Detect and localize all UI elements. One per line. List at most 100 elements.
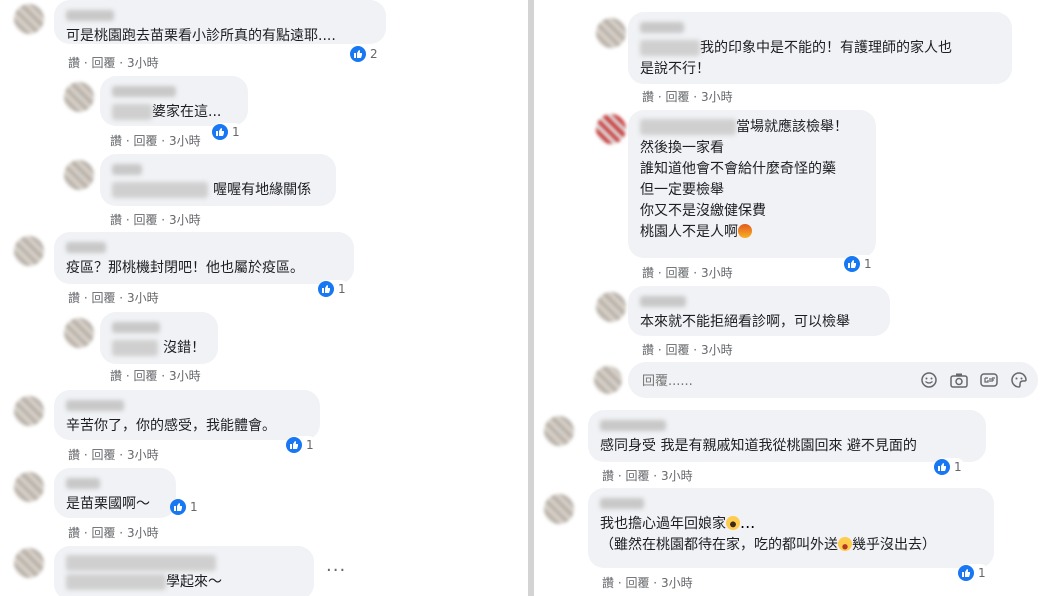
like-button[interactable]: 讚: [110, 134, 122, 148]
blurred-name[interactable]: [600, 420, 666, 431]
comment-bubble: 辛苦你了，你的感受，我能體會。: [54, 390, 320, 440]
like-button[interactable]: 讚: [602, 576, 614, 590]
reply-button[interactable]: 回覆: [133, 134, 157, 148]
avatar[interactable]: [14, 236, 44, 266]
reply-button[interactable]: 回覆: [133, 369, 157, 383]
comment-text-line: 幾乎沒出去）: [852, 537, 936, 553]
like-button[interactable]: 讚: [642, 266, 654, 280]
blurred-name[interactable]: [640, 296, 686, 307]
camera-icon[interactable]: [950, 371, 968, 389]
comment-actions: 讚 · 回覆 · 3小時: [602, 576, 693, 590]
reply-button[interactable]: 回覆: [665, 90, 689, 104]
comment-bubble: 學起來～: [54, 546, 314, 596]
comment-actions: 讚 · 回覆 · 3小時: [68, 56, 159, 70]
reply-button[interactable]: 回覆: [91, 448, 115, 462]
timestamp[interactable]: 3小時: [127, 526, 159, 540]
reply-button[interactable]: 回覆: [133, 213, 157, 227]
scream-emoji-icon: [726, 516, 740, 530]
reply-input[interactable]: [640, 370, 894, 392]
reaction-count[interactable]: 1: [170, 498, 201, 516]
reply-button[interactable]: 回覆: [91, 56, 115, 70]
like-button[interactable]: 讚: [602, 469, 614, 483]
timestamp[interactable]: 3小時: [701, 266, 733, 280]
avatar[interactable]: [544, 416, 574, 446]
like-button[interactable]: 讚: [110, 369, 122, 383]
gif-icon[interactable]: [980, 371, 998, 389]
reply-button[interactable]: 回覆: [625, 469, 649, 483]
like-button[interactable]: 讚: [68, 448, 80, 462]
angry-emoji-icon: [738, 224, 752, 238]
timestamp[interactable]: 3小時: [127, 56, 159, 70]
like-icon: [170, 499, 186, 515]
comment-text: 疫區？那桃機封閉吧！他也屬於疫區。: [66, 260, 304, 276]
avatar[interactable]: [544, 494, 574, 524]
avatar[interactable]: [14, 548, 44, 578]
left-comments-panel: 可是桃園跑去苗栗看小診所真的有點遠耶.... 2 讚 · 回覆 · 3小時 婆家…: [0, 0, 528, 596]
avatar[interactable]: [14, 396, 44, 426]
comment-text: 是苗栗國啊～: [66, 496, 150, 512]
avatar[interactable]: [596, 18, 626, 48]
timestamp[interactable]: 3小時: [701, 90, 733, 104]
comment-actions: 讚 · 回覆 · 3小時: [68, 448, 159, 462]
reply-button[interactable]: 回覆: [91, 526, 115, 540]
comment-actions: 讚 · 回覆 · 3小時: [642, 343, 733, 357]
timestamp[interactable]: 3小時: [169, 369, 201, 383]
reaction-count[interactable]: 1: [286, 436, 317, 454]
reaction-count[interactable]: 2: [350, 45, 381, 63]
like-icon: [212, 124, 228, 140]
blurred-name[interactable]: [112, 164, 142, 175]
sticker-icon[interactable]: [1010, 371, 1028, 389]
avatar[interactable]: [596, 114, 626, 144]
reaction-count[interactable]: 1: [934, 458, 965, 476]
avatar[interactable]: [14, 472, 44, 502]
avatar[interactable]: [596, 292, 626, 322]
timestamp[interactable]: 3小時: [127, 448, 159, 462]
like-button[interactable]: 讚: [642, 90, 654, 104]
comment-text-line: 桃園人不是人啊: [640, 224, 738, 240]
avatar[interactable]: [64, 82, 94, 112]
avatar[interactable]: [64, 160, 94, 190]
comment-text-line: 我的印象中是不能的！有護理師的家人也: [700, 40, 952, 56]
timestamp[interactable]: 3小時: [701, 343, 733, 357]
blurred-name[interactable]: [640, 22, 684, 33]
like-button[interactable]: 讚: [68, 56, 80, 70]
timestamp[interactable]: 3小時: [127, 291, 159, 305]
timestamp[interactable]: 3小時: [169, 134, 201, 148]
emoji-icon[interactable]: [920, 371, 938, 389]
comment-actions: 讚 · 回覆 · 3小時: [642, 266, 733, 280]
reaction-count[interactable]: 1: [318, 280, 349, 298]
like-icon: [286, 437, 302, 453]
avatar[interactable]: [64, 318, 94, 348]
reply-button[interactable]: 回覆: [91, 291, 115, 305]
timestamp[interactable]: 3小時: [661, 469, 693, 483]
like-button[interactable]: 讚: [642, 343, 654, 357]
like-button[interactable]: 讚: [68, 526, 80, 540]
reaction-count[interactable]: 1: [212, 123, 243, 141]
comment-text: 學起來～: [166, 574, 222, 590]
comment-actions: 讚 · 回覆 · 3小時: [110, 369, 201, 383]
timestamp[interactable]: 3小時: [661, 576, 693, 590]
comment-text-line: 然後換一家看: [640, 140, 724, 156]
blurred-name[interactable]: [112, 86, 176, 97]
blurred-name[interactable]: [66, 478, 100, 489]
like-icon: [934, 459, 950, 475]
blurred-name[interactable]: [66, 10, 114, 21]
blurred-name[interactable]: [600, 498, 644, 509]
comment-text: 婆家在這...: [152, 104, 222, 120]
comment-text-line: 是說不行！: [640, 61, 710, 77]
like-button[interactable]: 讚: [68, 291, 80, 305]
comment-text-line: 感同身受 我是有親戚知道我從桃園回來 避不見面的: [600, 438, 917, 454]
blurred-name[interactable]: [66, 242, 106, 253]
timestamp[interactable]: 3小時: [169, 213, 201, 227]
blurred-name[interactable]: [112, 322, 160, 333]
reaction-count[interactable]: 1: [958, 564, 989, 582]
avatar[interactable]: [14, 4, 44, 34]
blurred-name[interactable]: [66, 400, 124, 411]
reply-button[interactable]: 回覆: [665, 343, 689, 357]
reply-button[interactable]: 回覆: [625, 576, 649, 590]
more-options-icon[interactable]: ···: [326, 560, 346, 581]
avatar: [594, 366, 622, 394]
reply-button[interactable]: 回覆: [665, 266, 689, 280]
like-button[interactable]: 讚: [110, 213, 122, 227]
reaction-count[interactable]: 1: [844, 255, 875, 273]
